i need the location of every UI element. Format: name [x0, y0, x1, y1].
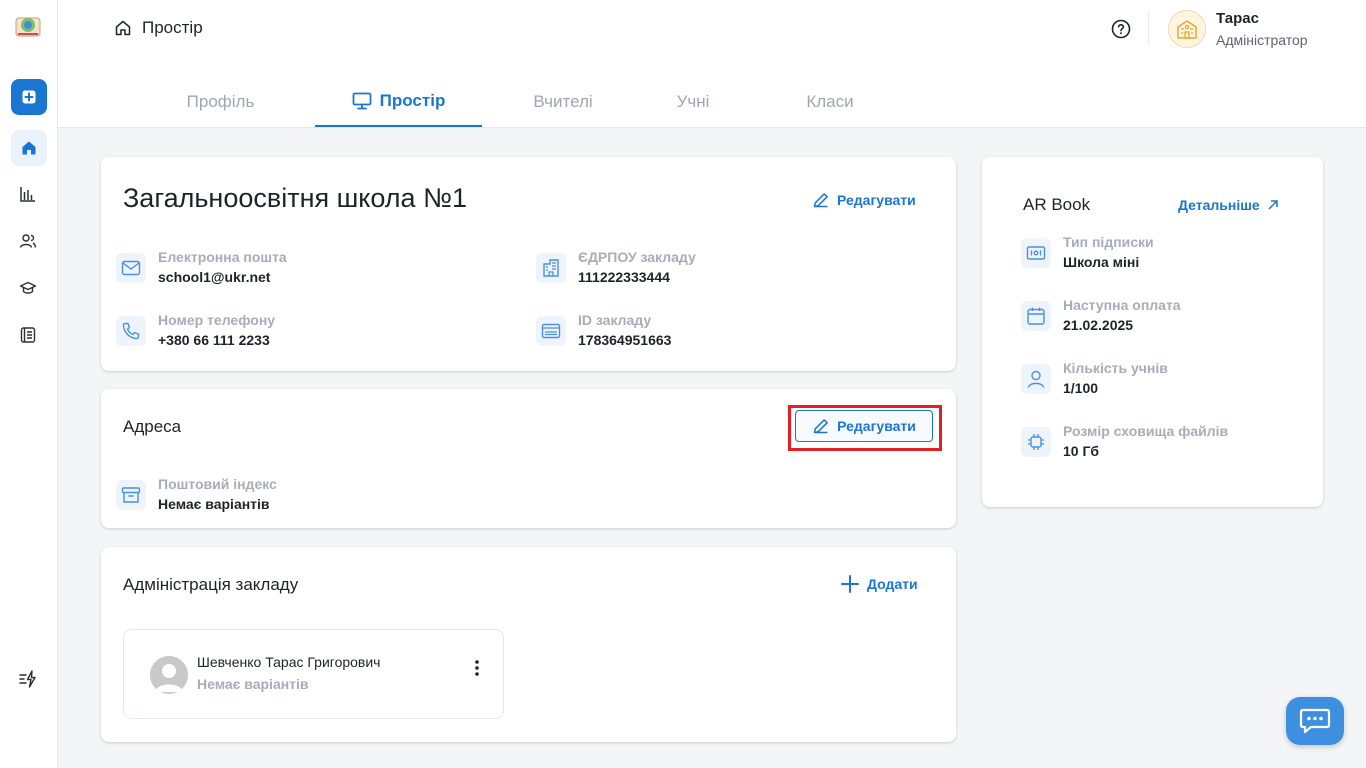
- tab-label: Класи: [806, 91, 854, 111]
- monitor-icon: [352, 92, 372, 109]
- arrow-up-right-icon: [1268, 200, 1278, 210]
- pencil-icon: [813, 193, 828, 208]
- field-label: Тип підписки: [1063, 234, 1154, 250]
- tab-label: Простір: [379, 90, 446, 110]
- user-icon: [1021, 364, 1051, 394]
- add-button[interactable]: [11, 79, 47, 115]
- tab-profile[interactable]: Профіль: [158, 76, 283, 127]
- field-label: Кількість учнів: [1063, 360, 1168, 376]
- school-title: Загальноосвітня школа №1: [123, 183, 468, 213]
- sidebar-item-education[interactable]: [18, 278, 38, 298]
- user-name: Тарас: [1216, 10, 1259, 27]
- field-value: 21.02.2025: [1063, 317, 1134, 333]
- sidebar-item-stats[interactable]: [18, 184, 38, 204]
- plus-square-icon: [22, 90, 36, 104]
- highlight-annotation: [788, 405, 942, 451]
- field-label: Поштовий індекс: [158, 476, 277, 492]
- student-count-field: Кількість учнів 1/100: [1021, 359, 1168, 399]
- add-admin-button[interactable]: Додати: [840, 574, 918, 594]
- building-icon: [536, 253, 566, 283]
- next-payment-field: Наступна оплата 21.02.2025: [1021, 296, 1181, 336]
- plus-icon: [841, 575, 859, 593]
- field-label: Номер телефону: [158, 312, 276, 328]
- chat-button[interactable]: [1286, 697, 1344, 745]
- ticket-icon: [1021, 238, 1051, 268]
- home-outline-icon: [115, 20, 131, 36]
- field-value: school1@ukr.net: [158, 269, 271, 285]
- school-id-field: ID закладу 178364951663: [536, 311, 671, 351]
- sidebar-item-journal[interactable]: [18, 325, 38, 345]
- tab-teachers[interactable]: Вчителі: [504, 76, 622, 127]
- field-value: Школа міні: [1063, 254, 1140, 270]
- field-label: Електронна пошта: [158, 249, 287, 265]
- tab-classes[interactable]: Класи: [785, 76, 875, 127]
- tab-space[interactable]: Простір: [315, 76, 482, 127]
- postal-code-field: Поштовий індекс Немає варіантів: [116, 475, 277, 515]
- details-label: Детальніше: [1178, 197, 1260, 213]
- breadcrumb-label: Простір: [142, 18, 203, 37]
- person-subtitle: Немає варіантів: [197, 676, 309, 692]
- field-value: Немає варіантів: [158, 496, 270, 512]
- chart-icon: [20, 187, 35, 202]
- subscription-type-field: Тип підписки Школа міні: [1021, 233, 1154, 273]
- administration-title: Адміністрація закладу: [123, 575, 299, 594]
- subscription-card: AR Book Детальніше Тип підписки Школа мі…: [982, 157, 1323, 507]
- field-value: +380 66 111 2233: [158, 332, 270, 348]
- lightning-icon: [19, 670, 36, 688]
- archive-icon: [116, 480, 146, 510]
- tabs-bar: Профіль Простір Вчителі Учні Класи: [158, 76, 875, 128]
- users-icon: [19, 234, 37, 248]
- school-info-card: Загальноосвітня школа №1 Редагувати Елек…: [101, 157, 956, 371]
- sidebar-item-users[interactable]: [18, 231, 38, 251]
- school-building-icon: [1177, 20, 1197, 39]
- field-value: 178364951663: [578, 332, 672, 348]
- add-label: Додати: [867, 576, 918, 592]
- tab-label: Профіль: [186, 91, 255, 111]
- help-icon[interactable]: [1110, 18, 1132, 40]
- user-avatar[interactable]: [1168, 10, 1206, 48]
- phone-field: Номер телефону +380 66 111 2233: [116, 311, 275, 351]
- field-label: Розмір сховища файлів: [1063, 423, 1229, 439]
- edit-label: Редагувати: [837, 192, 916, 208]
- field-value: 10 Гб: [1063, 443, 1100, 459]
- breadcrumb[interactable]: Простір: [114, 18, 203, 38]
- book-icon: [20, 327, 36, 343]
- tab-students[interactable]: Учні: [648, 76, 738, 127]
- mail-icon: [116, 253, 146, 283]
- tab-label: Вчителі: [533, 91, 593, 111]
- graduation-cap-icon: [19, 281, 37, 294]
- field-value: 111222333444: [578, 269, 670, 285]
- app-logo[interactable]: [14, 12, 42, 40]
- user-role: Адміністратор: [1216, 32, 1308, 48]
- sidebar-item-home[interactable]: [11, 130, 47, 166]
- field-value: 1/100: [1063, 380, 1099, 396]
- calendar-icon: [1021, 301, 1051, 331]
- details-link[interactable]: Детальніше: [1178, 197, 1279, 213]
- field-label: ID закладу: [578, 312, 652, 328]
- address-title: Адреса: [123, 417, 182, 436]
- edit-school-button[interactable]: Редагувати: [812, 191, 916, 209]
- header-divider: [1148, 12, 1149, 44]
- chat-bubble-icon: [1299, 708, 1331, 734]
- sidebar-item-updates[interactable]: [18, 669, 38, 689]
- tab-label: Учні: [676, 91, 710, 111]
- top-header: Простір Тарас Адміністратор Профіль Прос…: [58, 0, 1366, 128]
- field-label: Наступна оплата: [1063, 297, 1181, 313]
- more-options-icon[interactable]: [472, 658, 482, 678]
- home-icon: [22, 141, 36, 155]
- phone-icon: [116, 316, 146, 346]
- id-card-icon: [536, 316, 566, 346]
- admin-person-card[interactable]: Шевченко Тарас Григорович Немає варіанті…: [123, 629, 504, 719]
- email-field: Електронна пошта school1@ukr.net: [116, 248, 287, 288]
- avatar: [150, 656, 188, 694]
- administration-card: Адміністрація закладу Додати Шевченко Та…: [101, 547, 956, 742]
- chip-icon: [1021, 427, 1051, 457]
- edrpou-field: ЄДРПОУ закладу 111222333444: [536, 248, 696, 288]
- person-name: Шевченко Тарас Григорович: [197, 654, 381, 670]
- storage-size-field: Розмір сховища файлів 10 Гб: [1021, 422, 1228, 462]
- field-label: ЄДРПОУ закладу: [578, 249, 696, 265]
- sidebar: [0, 0, 58, 768]
- subscription-title: AR Book: [1023, 195, 1091, 214]
